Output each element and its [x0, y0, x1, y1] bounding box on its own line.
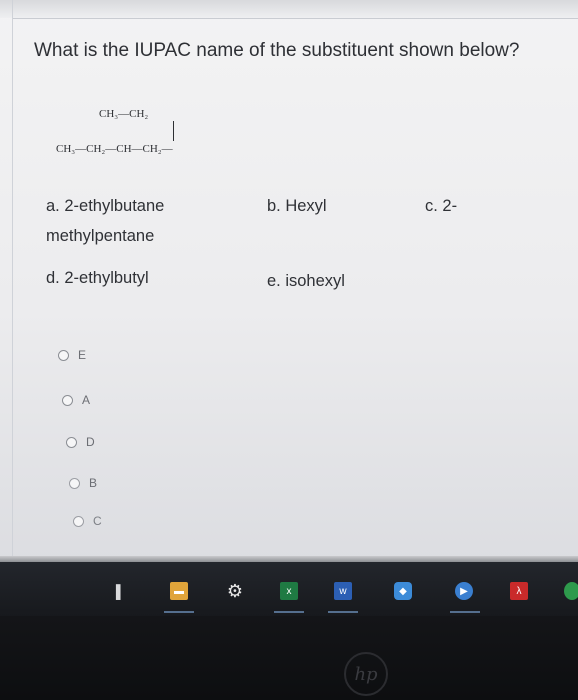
choice-b: b. Hexyl	[267, 197, 327, 215]
active-indicator	[274, 611, 304, 613]
structural-formula: CH₃—CH₂ CH₃—CH₂—CH—CH₂—	[56, 108, 246, 172]
camera-app-icon[interactable]: ▶	[455, 582, 473, 600]
excel-icon[interactable]: x	[280, 582, 298, 600]
answer-option-label: D	[86, 435, 95, 449]
formula-top-row: CH₃—CH₂	[99, 108, 149, 120]
window-top-bar	[0, 0, 578, 18]
active-indicator	[164, 611, 194, 613]
radio-button[interactable]	[62, 394, 73, 406]
active-indicator	[328, 611, 358, 613]
pdf-reader-icon[interactable]: λ	[510, 582, 528, 600]
choice-a-line1: a. 2-ethylbutane	[46, 197, 165, 215]
window-divider	[12, 18, 578, 19]
answer-option-d[interactable]: D	[66, 435, 95, 449]
radio-button[interactable]	[69, 477, 80, 489]
answer-option-a[interactable]: A	[62, 393, 90, 407]
choice-e: e. isohexyl	[267, 272, 345, 290]
choice-a-line2: methylpentane	[46, 227, 155, 245]
chrome-icon[interactable]	[564, 582, 578, 600]
app-icon[interactable]: ◆	[394, 582, 412, 600]
answer-option-label: E	[78, 348, 87, 362]
task-view-icon[interactable]: ▐	[108, 582, 124, 600]
formula-bottom-row: CH₃—CH₂—CH—CH₂—	[56, 143, 173, 155]
radio-button[interactable]	[66, 436, 77, 448]
answer-option-label: B	[89, 476, 98, 490]
laptop-bezel	[0, 616, 578, 700]
choice-c: c. 2-	[425, 197, 458, 215]
answer-option-label: A	[82, 393, 91, 407]
answer-option-b[interactable]: B	[69, 476, 97, 490]
choice-d: d. 2-ethylbutyl	[46, 269, 149, 287]
file-explorer-icon[interactable]: ▬	[170, 582, 188, 600]
active-indicator	[450, 611, 480, 613]
word-icon[interactable]: w	[334, 582, 352, 600]
formula-vertical-bond	[173, 121, 174, 141]
content-left-border	[12, 0, 13, 562]
browser-viewport: What is the IUPAC name of the substituen…	[0, 0, 578, 562]
taskbar: ▐ ▬ ⚙ x w ◆ ▶ λ	[0, 562, 578, 616]
settings-gear-icon[interactable]: ⚙	[226, 581, 244, 601]
answer-option-label: C	[93, 514, 102, 528]
radio-button[interactable]	[73, 515, 84, 527]
answer-option-e[interactable]: E	[58, 348, 86, 362]
question-text: What is the IUPAC name of the substituen…	[34, 40, 520, 61]
hp-logo: hp	[344, 652, 388, 696]
radio-button[interactable]	[58, 349, 69, 361]
answer-option-c[interactable]: C	[73, 514, 102, 528]
